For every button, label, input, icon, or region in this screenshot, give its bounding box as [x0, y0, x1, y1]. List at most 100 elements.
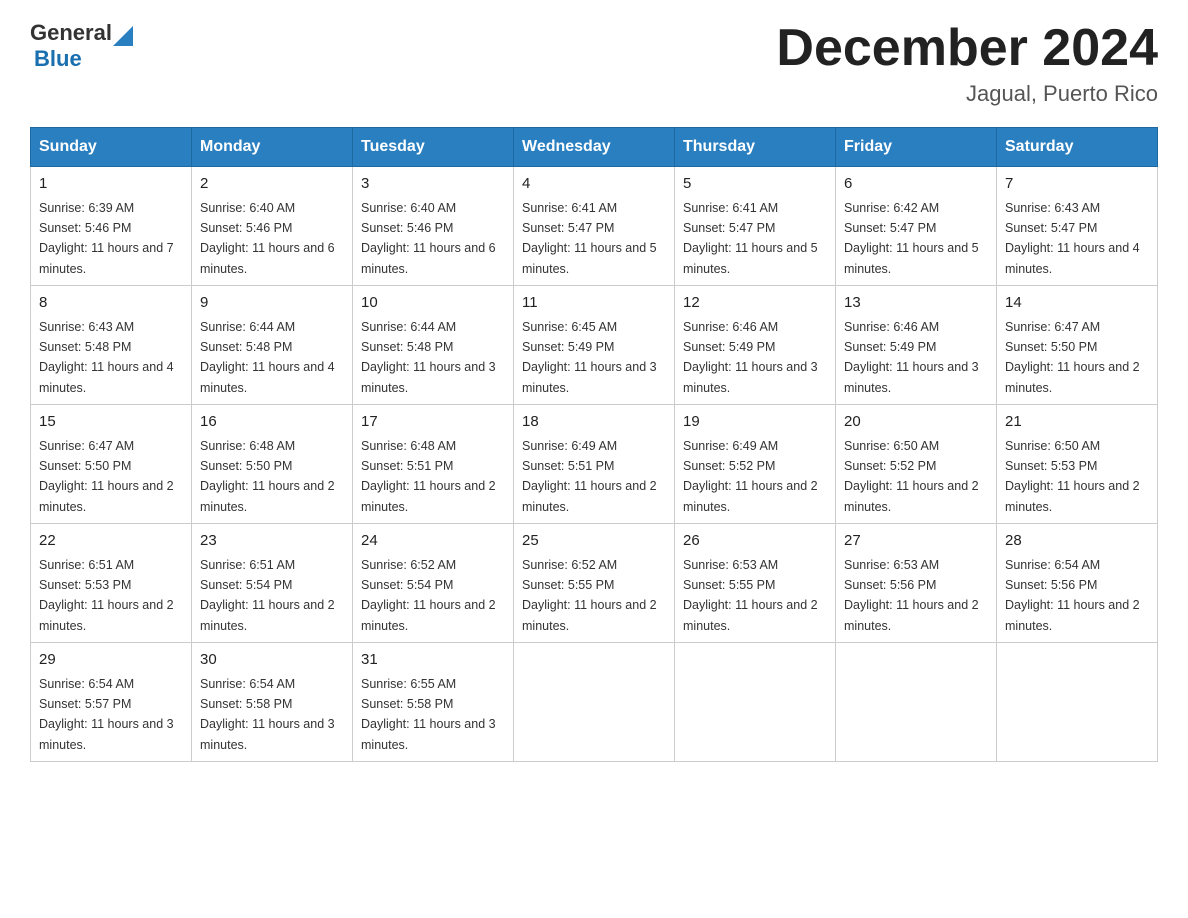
day-number: 17	[361, 411, 505, 434]
title-block: December 2024 Jagual, Puerto Rico	[776, 20, 1158, 107]
calendar-day-cell: 24 Sunrise: 6:52 AMSunset: 5:54 PMDayligh…	[353, 524, 514, 643]
calendar-day-cell: 23 Sunrise: 6:51 AMSunset: 5:54 PMDayligh…	[192, 524, 353, 643]
calendar-day-cell: 20Sunrise: 6:50 AMSunset: 5:52 PMDayligh…	[836, 405, 997, 524]
logo-text: General Blue	[30, 20, 134, 72]
calendar-week-row: 1Sunrise: 6:39 AMSunset: 5:46 PMDaylight…	[31, 167, 1158, 286]
col-wednesday: Wednesday	[514, 128, 675, 167]
day-info: Sunrise: 6:47 AMSunset: 5:50 PMDaylight:…	[1005, 320, 1140, 395]
day-number: 18	[522, 411, 666, 434]
day-info: Sunrise: 6:51 AMSunset: 5:54 PMDaylight:…	[200, 558, 335, 633]
day-number: 7	[1005, 173, 1149, 196]
calendar-day-cell: 3 Sunrise: 6:40 AMSunset: 5:46 PMDaylight…	[353, 167, 514, 286]
calendar-day-cell: 26Sunrise: 6:53 AMSunset: 5:55 PMDayligh…	[675, 524, 836, 643]
calendar-day-cell: 29 Sunrise: 6:54 AMSunset: 5:57 PMDayligh…	[31, 643, 192, 762]
calendar-title: December 2024	[776, 20, 1158, 77]
calendar-day-cell: 22 Sunrise: 6:51 AMSunset: 5:53 PMDayligh…	[31, 524, 192, 643]
calendar-day-cell: 17 Sunrise: 6:48 AMSunset: 5:51 PMDayligh…	[353, 405, 514, 524]
col-monday: Monday	[192, 128, 353, 167]
logo: General Blue	[30, 20, 134, 72]
day-info: Sunrise: 6:54 AMSunset: 5:56 PMDaylight:…	[1005, 558, 1140, 633]
calendar-subtitle: Jagual, Puerto Rico	[776, 81, 1158, 107]
day-info: Sunrise: 6:54 AMSunset: 5:58 PMDaylight:…	[200, 677, 335, 752]
col-thursday: Thursday	[675, 128, 836, 167]
day-number: 3	[361, 173, 505, 196]
calendar-day-cell: 14 Sunrise: 6:47 AMSunset: 5:50 PMDayligh…	[997, 286, 1158, 405]
calendar-day-cell: 1Sunrise: 6:39 AMSunset: 5:46 PMDaylight…	[31, 167, 192, 286]
day-info: Sunrise: 6:48 AMSunset: 5:50 PMDaylight:…	[200, 439, 335, 514]
calendar-day-cell: 5Sunrise: 6:41 AMSunset: 5:47 PMDaylight…	[675, 167, 836, 286]
day-number: 10	[361, 292, 505, 315]
calendar-day-cell	[997, 643, 1158, 762]
logo-triangle-icon	[113, 26, 133, 46]
day-info: Sunrise: 6:49 AMSunset: 5:52 PMDaylight:…	[683, 439, 818, 514]
calendar-day-cell: 13Sunrise: 6:46 AMSunset: 5:49 PMDayligh…	[836, 286, 997, 405]
day-number: 2	[200, 173, 344, 196]
day-info: Sunrise: 6:49 AMSunset: 5:51 PMDaylight:…	[522, 439, 657, 514]
day-number: 25	[522, 530, 666, 553]
page-header: General Blue December 2024 Jagual, Puert…	[30, 20, 1158, 107]
day-number: 15	[39, 411, 183, 434]
day-number: 16	[200, 411, 344, 434]
day-info: Sunrise: 6:40 AMSunset: 5:46 PMDaylight:…	[361, 201, 496, 276]
calendar-day-cell: 15 Sunrise: 6:47 AMSunset: 5:50 PMDayligh…	[31, 405, 192, 524]
day-info: Sunrise: 6:51 AMSunset: 5:53 PMDaylight:…	[39, 558, 174, 633]
day-info: Sunrise: 6:55 AMSunset: 5:58 PMDaylight:…	[361, 677, 496, 752]
col-sunday: Sunday	[31, 128, 192, 167]
day-number: 30	[200, 649, 344, 672]
day-number: 13	[844, 292, 988, 315]
calendar-day-cell: 9Sunrise: 6:44 AMSunset: 5:48 PMDaylight…	[192, 286, 353, 405]
calendar-day-cell: 4 Sunrise: 6:41 AMSunset: 5:47 PMDaylight…	[514, 167, 675, 286]
day-number: 19	[683, 411, 827, 434]
calendar-day-cell: 6Sunrise: 6:42 AMSunset: 5:47 PMDaylight…	[836, 167, 997, 286]
day-info: Sunrise: 6:54 AMSunset: 5:57 PMDaylight:…	[39, 677, 174, 752]
day-number: 26	[683, 530, 827, 553]
day-number: 24	[361, 530, 505, 553]
day-info: Sunrise: 6:52 AMSunset: 5:54 PMDaylight:…	[361, 558, 496, 633]
calendar-day-cell: 16 Sunrise: 6:48 AMSunset: 5:50 PMDayligh…	[192, 405, 353, 524]
day-number: 9	[200, 292, 344, 315]
calendar-day-cell	[836, 643, 997, 762]
calendar-day-cell: 18 Sunrise: 6:49 AMSunset: 5:51 PMDayligh…	[514, 405, 675, 524]
calendar-day-cell: 31Sunrise: 6:55 AMSunset: 5:58 PMDayligh…	[353, 643, 514, 762]
day-info: Sunrise: 6:50 AMSunset: 5:53 PMDaylight:…	[1005, 439, 1140, 514]
calendar-day-cell	[675, 643, 836, 762]
day-number: 22	[39, 530, 183, 553]
calendar-day-cell	[514, 643, 675, 762]
day-number: 11	[522, 292, 666, 315]
day-info: Sunrise: 6:40 AMSunset: 5:46 PMDaylight:…	[200, 201, 335, 276]
day-info: Sunrise: 6:46 AMSunset: 5:49 PMDaylight:…	[683, 320, 818, 395]
calendar-day-cell: 19 Sunrise: 6:49 AMSunset: 5:52 PMDayligh…	[675, 405, 836, 524]
day-number: 8	[39, 292, 183, 315]
day-number: 28	[1005, 530, 1149, 553]
day-number: 4	[522, 173, 666, 196]
calendar-day-cell: 8 Sunrise: 6:43 AMSunset: 5:48 PMDaylight…	[31, 286, 192, 405]
day-info: Sunrise: 6:45 AMSunset: 5:49 PMDaylight:…	[522, 320, 657, 395]
day-info: Sunrise: 6:48 AMSunset: 5:51 PMDaylight:…	[361, 439, 496, 514]
col-tuesday: Tuesday	[353, 128, 514, 167]
day-number: 12	[683, 292, 827, 315]
calendar-header-row: Sunday Monday Tuesday Wednesday Thursday…	[31, 128, 1158, 167]
day-number: 21	[1005, 411, 1149, 434]
calendar-week-row: 15 Sunrise: 6:47 AMSunset: 5:50 PMDayligh…	[31, 405, 1158, 524]
day-number: 14	[1005, 292, 1149, 315]
calendar-table: Sunday Monday Tuesday Wednesday Thursday…	[30, 127, 1158, 762]
day-number: 29	[39, 649, 183, 672]
day-number: 23	[200, 530, 344, 553]
calendar-day-cell: 10 Sunrise: 6:44 AMSunset: 5:48 PMDayligh…	[353, 286, 514, 405]
day-info: Sunrise: 6:41 AMSunset: 5:47 PMDaylight:…	[522, 201, 657, 276]
day-info: Sunrise: 6:41 AMSunset: 5:47 PMDaylight:…	[683, 201, 818, 276]
calendar-week-row: 8 Sunrise: 6:43 AMSunset: 5:48 PMDaylight…	[31, 286, 1158, 405]
day-number: 27	[844, 530, 988, 553]
day-info: Sunrise: 6:42 AMSunset: 5:47 PMDaylight:…	[844, 201, 979, 276]
col-friday: Friday	[836, 128, 997, 167]
day-info: Sunrise: 6:43 AMSunset: 5:48 PMDaylight:…	[39, 320, 174, 395]
calendar-day-cell: 27Sunrise: 6:53 AMSunset: 5:56 PMDayligh…	[836, 524, 997, 643]
day-info: Sunrise: 6:47 AMSunset: 5:50 PMDaylight:…	[39, 439, 174, 514]
logo-blue: Blue	[34, 46, 82, 71]
calendar-day-cell: 21 Sunrise: 6:50 AMSunset: 5:53 PMDayligh…	[997, 405, 1158, 524]
day-info: Sunrise: 6:44 AMSunset: 5:48 PMDaylight:…	[361, 320, 496, 395]
calendar-day-cell: 28 Sunrise: 6:54 AMSunset: 5:56 PMDayligh…	[997, 524, 1158, 643]
col-saturday: Saturday	[997, 128, 1158, 167]
calendar-day-cell: 12 Sunrise: 6:46 AMSunset: 5:49 PMDayligh…	[675, 286, 836, 405]
calendar-week-row: 22 Sunrise: 6:51 AMSunset: 5:53 PMDayligh…	[31, 524, 1158, 643]
